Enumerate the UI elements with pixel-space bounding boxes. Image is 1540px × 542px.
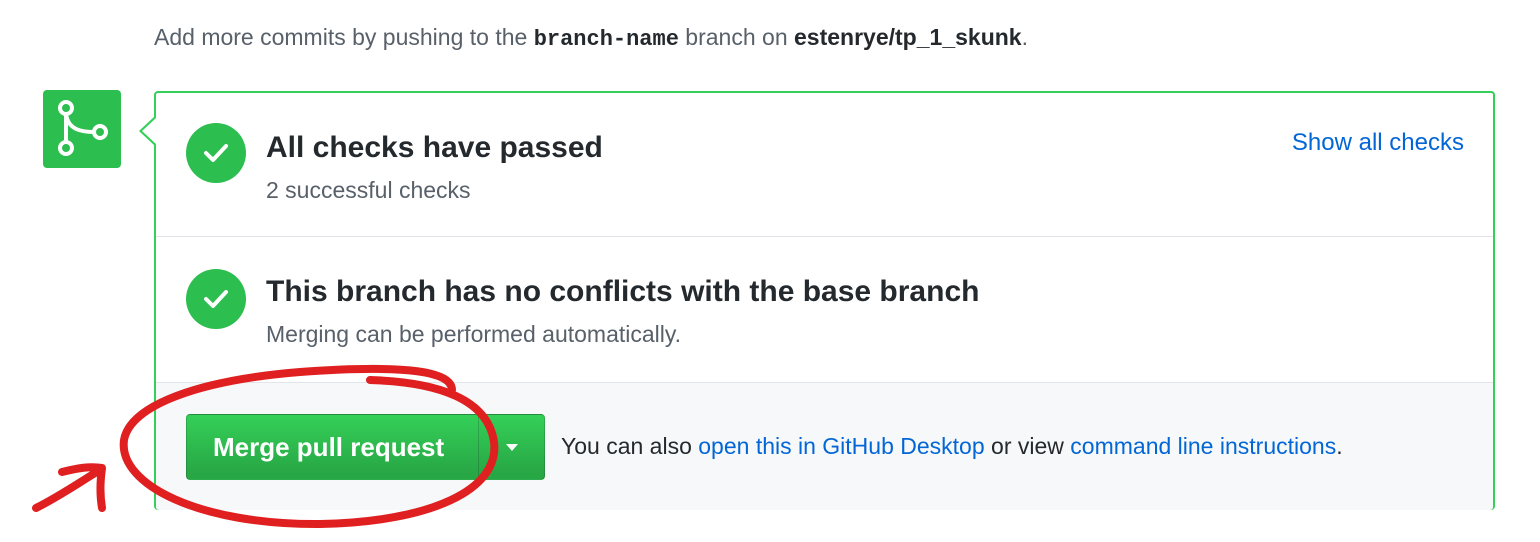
push-hint-suffix: .: [1021, 24, 1028, 50]
show-all-checks-link[interactable]: Show all checks: [1292, 129, 1464, 157]
branch-name: branch-name: [533, 27, 679, 52]
merge-button-group: Merge pull request: [186, 414, 545, 480]
triangle-down-icon: [505, 443, 518, 451]
timeline-pointer-fill: [142, 118, 156, 144]
merge-pull-request-button[interactable]: Merge pull request: [186, 414, 479, 480]
alternative-merge-options: You can also open this in GitHub Desktop…: [561, 433, 1343, 460]
conflicts-subtitle: Merging can be performed automatically.: [266, 321, 682, 347]
alt-suffix: .: [1336, 433, 1343, 459]
check-icon: [186, 123, 246, 183]
alt-prefix: You can also: [561, 433, 699, 459]
open-in-desktop-link[interactable]: open this in GitHub Desktop: [698, 433, 984, 459]
checks-section: All checks have passed 2 successful chec…: [156, 93, 1493, 237]
merge-actions-section: Merge pull request You can also open thi…: [156, 382, 1493, 510]
check-icon: [186, 269, 246, 329]
command-line-instructions-link[interactable]: command line instructions: [1070, 433, 1336, 459]
push-hint: Add more commits by pushing to the branc…: [154, 24, 1028, 52]
conflicts-section: This branch has no conflicts with the ba…: [156, 237, 1493, 382]
checks-subtitle: 2 successful checks: [266, 177, 471, 203]
merge-method-dropdown[interactable]: [479, 414, 545, 480]
merge-panel-page: Add more commits by pushing to the branc…: [0, 0, 1540, 542]
conflicts-title: This branch has no conflicts with the ba…: [266, 275, 980, 308]
merge-box: All checks have passed 2 successful chec…: [154, 91, 1495, 510]
annotation-arrow: [32, 463, 106, 512]
checks-title: All checks have passed: [266, 131, 603, 164]
alt-middle: or view: [984, 433, 1071, 459]
push-hint-prefix: Add more commits by pushing to the: [154, 24, 534, 50]
repo-name: estenrye/tp_1_skunk: [794, 24, 1022, 50]
push-hint-middle: branch on: [678, 24, 795, 50]
git-merge-icon: [43, 90, 121, 168]
